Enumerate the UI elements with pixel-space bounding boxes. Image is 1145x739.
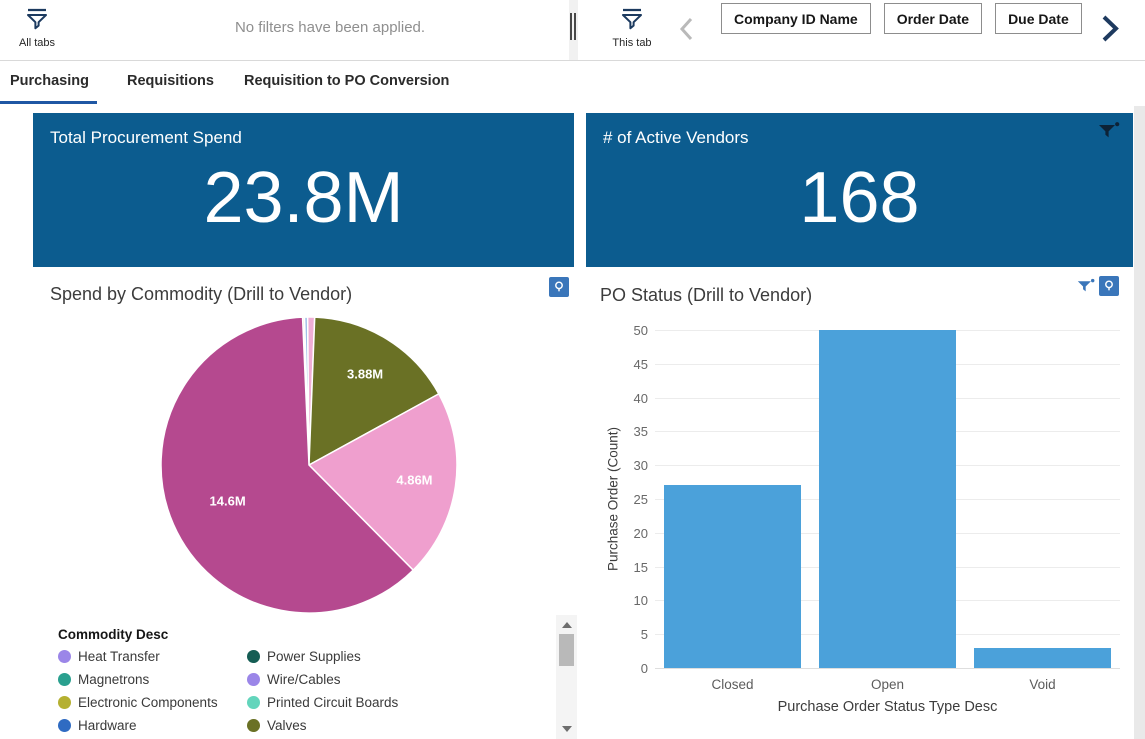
chevron-right-icon[interactable] [1096, 13, 1123, 44]
chevron-left-icon[interactable] [676, 15, 698, 43]
legend-item-wire-cables[interactable]: Wire/Cables [247, 672, 477, 686]
kpi-title: Total Procurement Spend [50, 128, 242, 148]
legend-title: Commodity Desc [58, 627, 477, 642]
kpi-value: 23.8M [33, 161, 574, 237]
no-filters-message: No filters have been applied. [90, 19, 570, 36]
legend-item-valves[interactable]: Valves [247, 718, 477, 732]
legend-item-label: Printed Circuit Boards [267, 695, 398, 710]
tab-purchasing[interactable]: Purchasing [0, 61, 97, 104]
legend-swatch-icon [247, 696, 260, 709]
legend-item-label: Heat Transfer [78, 649, 160, 664]
legend-item-hardware[interactable]: Hardware [58, 718, 247, 732]
legend-item-power-supplies[interactable]: Power Supplies [247, 649, 477, 663]
x-axis-title: Purchase Order Status Type Desc [655, 699, 1120, 715]
kpi-card-active-vendors[interactable]: # of Active Vendors 168 [586, 113, 1133, 267]
bar-void[interactable] [974, 648, 1111, 668]
y-axis-title: Purchase Order (Count) [606, 427, 621, 571]
this-tab-label: This tab [605, 37, 659, 49]
legend-item-label: Hardware [78, 718, 137, 733]
filter-toolbar: All tabs No filters have been applied. T… [0, 0, 1145, 61]
x-tick-label: Void [974, 677, 1111, 692]
all-tabs-filter-button[interactable]: All tabs [10, 7, 64, 49]
filter-chip-company-id-name[interactable]: Company ID Name [721, 3, 871, 34]
y-tick-label: 45 [606, 357, 648, 372]
y-tick-label: 5 [606, 627, 648, 642]
legend-swatch-icon [58, 673, 71, 686]
canvas-right-gutter [1134, 106, 1145, 739]
legend-item-magnetrons[interactable]: Magnetrons [58, 672, 247, 686]
pie-legend: Commodity Desc Heat Transfer Power Suppli… [58, 627, 477, 732]
gridline [655, 668, 1120, 669]
x-tick-label: Closed [664, 677, 801, 692]
legend-swatch-icon [58, 696, 71, 709]
pie-data-label: 14.6M [210, 493, 246, 508]
chart-title: Spend by Commodity (Drill to Vendor) [50, 284, 352, 305]
splitter-handle-icon [570, 13, 576, 40]
scrollbar-thumb[interactable] [559, 634, 574, 666]
bar-closed[interactable] [664, 485, 801, 668]
legend-item-label: Valves [267, 718, 307, 733]
kpi-card-total-procurement-spend[interactable]: Total Procurement Spend 23.8M [33, 113, 574, 267]
y-tick-label: 10 [606, 593, 648, 608]
legend-swatch-icon [58, 719, 71, 732]
legend-swatch-icon [247, 650, 260, 663]
po-status-chart-card: PO Status (Drill to Vendor) 051015202530… [586, 275, 1133, 739]
dashboard-tab-bar: Purchasing Requisitions Requisition to PO … [0, 61, 1145, 104]
dashboard-canvas: All tabs No filters have been applied. T… [0, 0, 1145, 739]
insights-icon[interactable] [549, 277, 569, 297]
kpi-title: # of Active Vendors [603, 128, 749, 148]
y-tick-label: 0 [606, 661, 648, 676]
lens-glyph [551, 279, 567, 295]
pie-data-label: 4.86M [396, 473, 432, 488]
y-tick-label: 40 [606, 391, 648, 406]
po-status-bar-chart: 05101520253035404550ClosedOpenVoidPurcha… [586, 275, 1133, 739]
filter-funnel-icon [620, 7, 644, 31]
legend-item-label: Electronic Components [78, 695, 218, 710]
legend-item-printed-circuit-boards[interactable]: Printed Circuit Boards [247, 695, 477, 709]
legend-swatch-icon [58, 650, 71, 663]
filter-chip-due-date[interactable]: Due Date [995, 3, 1082, 34]
bar-open[interactable] [819, 330, 956, 668]
legend-item-label: Wire/Cables [267, 672, 341, 687]
this-tab-filter-button[interactable]: This tab [605, 7, 659, 49]
legend-item-electronic-components[interactable]: Electronic Components [58, 695, 247, 709]
y-tick-label: 50 [606, 323, 648, 338]
commodity-pie-chart [154, 310, 464, 620]
filter-applied-icon[interactable] [1097, 121, 1121, 143]
legend-scrollbar[interactable] [556, 615, 577, 739]
scroll-down-icon[interactable] [562, 726, 572, 732]
pie-data-label: 3.88M [347, 367, 383, 382]
x-tick-label: Open [819, 677, 956, 692]
toolbar-splitter[interactable] [569, 0, 578, 60]
legend-item-heat-transfer[interactable]: Heat Transfer [58, 649, 247, 663]
legend-item-label: Magnetrons [78, 672, 149, 687]
tab-requisition-to-po-conversion[interactable]: Requisition to PO Conversion [244, 61, 449, 104]
legend-grid: Heat Transfer Power Supplies Magnetrons Wir… [58, 649, 477, 732]
filter-chip-row: Company ID NameOrder DateDue DateV [721, 3, 1095, 37]
legend-item-label: Power Supplies [267, 649, 361, 664]
legend-swatch-icon [247, 719, 260, 732]
scroll-up-icon[interactable] [562, 622, 572, 628]
tab-requisitions[interactable]: Requisitions [127, 61, 214, 104]
filter-chip-order-date[interactable]: Order Date [884, 3, 982, 34]
legend-swatch-icon [247, 673, 260, 686]
all-tabs-label: All tabs [10, 37, 64, 49]
spend-by-commodity-chart-card: Spend by Commodity (Drill to Vendor) 3.8… [33, 275, 574, 739]
filter-funnel-icon [25, 7, 49, 31]
kpi-value: 168 [586, 161, 1133, 237]
